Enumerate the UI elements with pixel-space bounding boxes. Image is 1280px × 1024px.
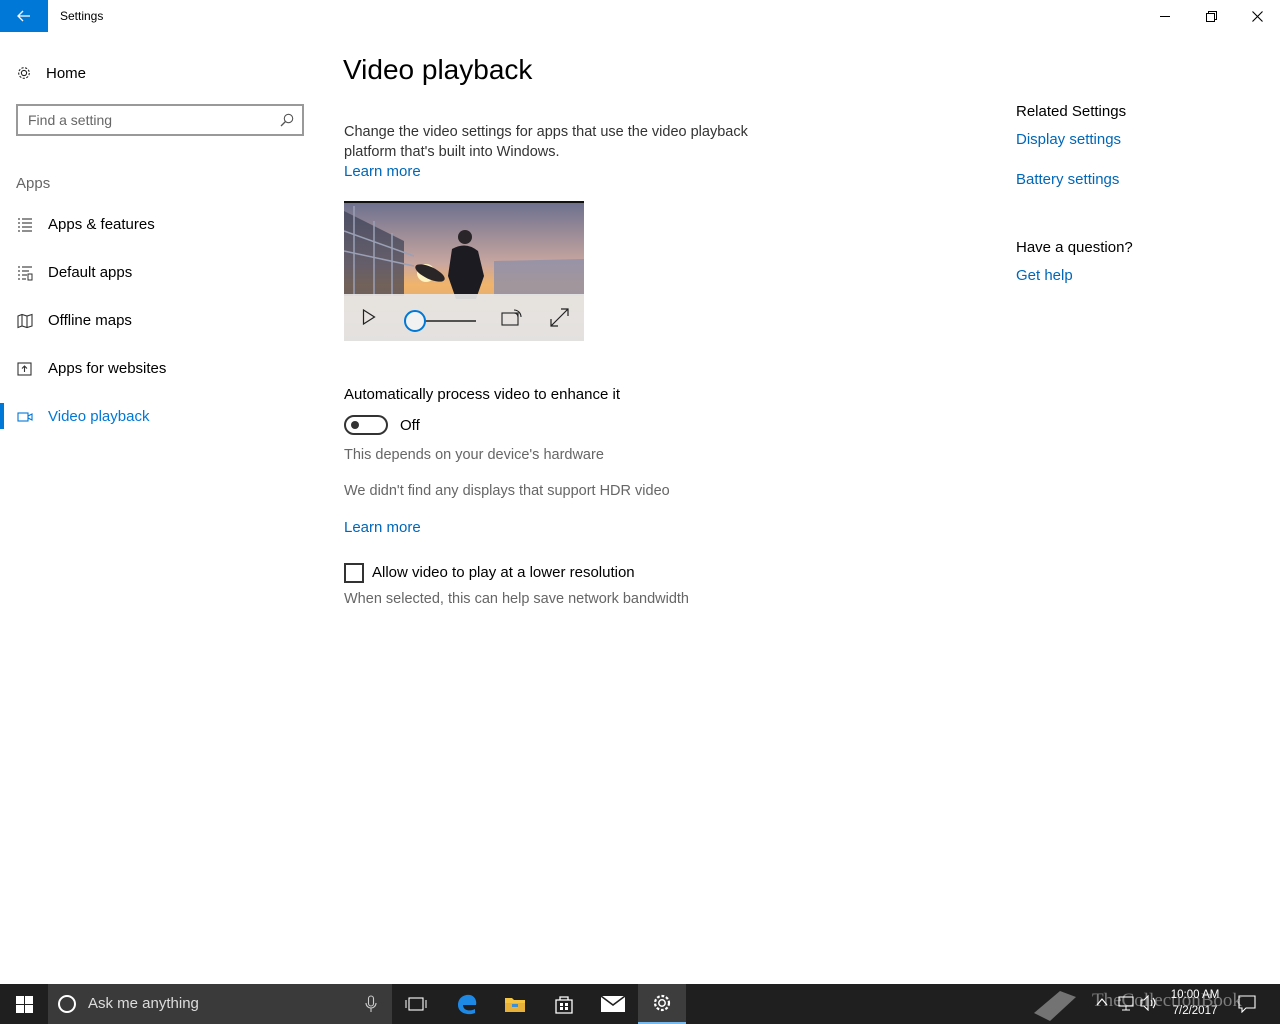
windows-logo-icon	[15, 995, 33, 1013]
sidebar-item-apps-features[interactable]: Apps & features	[0, 204, 320, 244]
hdr-note: We didn't find any displays that support…	[344, 483, 670, 499]
mail-button[interactable]	[589, 984, 637, 1024]
section-label: Apps	[16, 175, 51, 192]
video-preview	[344, 201, 584, 341]
store-button[interactable]	[540, 984, 588, 1024]
video-camera-icon	[17, 412, 33, 422]
toggle-state-label: Off	[400, 417, 420, 434]
lower-resolution-checkbox[interactable]	[344, 563, 364, 583]
sidebar-item-label: Video playback	[48, 407, 150, 425]
sidebar-item-label: Apps for websites	[48, 359, 167, 377]
store-bag-icon	[555, 996, 573, 1014]
gear-icon	[653, 994, 671, 1012]
clock[interactable]: 10:00 AM 7/2/2017	[1158, 987, 1232, 1019]
toggle-knob	[351, 421, 359, 429]
video-controls	[344, 294, 584, 341]
get-help-link[interactable]: Get help	[1016, 267, 1073, 284]
restore-button[interactable]	[1188, 0, 1234, 32]
list-icon	[18, 218, 32, 232]
cortana-icon	[58, 995, 76, 1013]
play-icon[interactable]	[362, 309, 376, 325]
start-button[interactable]	[0, 984, 48, 1024]
search-input[interactable]	[18, 106, 268, 134]
network-icon[interactable]	[1118, 995, 1134, 1011]
minimize-button[interactable]	[1142, 0, 1188, 32]
default-apps-icon	[18, 266, 33, 281]
file-explorer-button[interactable]	[491, 984, 539, 1024]
description-text: Change the video settings for apps that …	[344, 124, 748, 160]
back-button[interactable]	[0, 0, 48, 32]
taskbar: Ask me anything TheCollectionBook 10:00 …	[0, 984, 1280, 1024]
sidebar-item-apps-for-websites[interactable]: Apps for websites	[0, 348, 320, 388]
sidebar-item-label: Default apps	[48, 263, 133, 281]
learn-more-link[interactable]: Learn more	[344, 163, 421, 180]
clock-date: 7/2/2017	[1172, 1005, 1218, 1017]
open-in-app-icon	[17, 362, 32, 376]
home-link[interactable]: Home	[16, 60, 86, 86]
sidebar-item-default-apps[interactable]: Default apps	[0, 252, 320, 292]
cortana-search-box[interactable]: Ask me anything	[48, 984, 392, 1024]
action-center-icon[interactable]	[1238, 995, 1256, 1013]
auto-process-toggle[interactable]	[344, 415, 388, 435]
close-button[interactable]	[1234, 0, 1280, 32]
battery-settings-link[interactable]: Battery settings	[1016, 171, 1119, 188]
folder-icon	[505, 998, 525, 1012]
page-description: Change the video settings for apps that …	[344, 122, 784, 182]
cortana-placeholder: Ask me anything	[88, 995, 199, 1012]
related-settings-heading: Related Settings	[1016, 103, 1127, 120]
sidebar-item-offline-maps[interactable]: Offline maps	[0, 300, 320, 340]
fullscreen-icon[interactable]	[550, 308, 569, 327]
map-icon	[17, 313, 33, 329]
cast-icon[interactable]	[501, 309, 523, 327]
title-bar: Settings	[0, 0, 1280, 32]
auto-process-heading: Automatically process video to enhance i…	[344, 386, 620, 403]
sidebar-item-video-playback[interactable]: Video playback	[0, 396, 320, 436]
minimize-icon	[1160, 16, 1170, 17]
back-arrow-icon	[17, 10, 30, 22]
sidebar-item-label: Apps & features	[48, 215, 155, 233]
chevron-up-icon[interactable]	[1096, 997, 1108, 1007]
page-title: Video playback	[343, 54, 533, 85]
search-box[interactable]	[16, 104, 304, 136]
home-label: Home	[46, 64, 87, 82]
edge-browser-icon	[458, 994, 477, 1015]
active-indicator	[0, 403, 4, 429]
display-settings-link[interactable]: Display settings	[1016, 131, 1121, 148]
book-watermark-icon	[1034, 991, 1076, 1021]
seek-slider[interactable]	[402, 308, 478, 334]
gear-icon	[18, 67, 30, 79]
search-icon[interactable]	[280, 113, 294, 127]
sidebar-item-label: Offline maps	[48, 311, 132, 329]
restore-icon	[1205, 10, 1217, 22]
close-icon	[1251, 10, 1263, 22]
lower-resolution-label: Allow video to play at a lower resolutio…	[372, 564, 635, 581]
volume-icon[interactable]	[1140, 995, 1158, 1011]
hardware-note: This depends on your device's hardware	[344, 447, 604, 463]
mail-icon	[601, 996, 625, 1012]
window-title: Settings	[60, 9, 104, 23]
learn-more-link-2[interactable]: Learn more	[344, 519, 421, 536]
settings-taskbar-button[interactable]	[638, 984, 686, 1024]
clock-time: 10:00 AM	[1170, 989, 1220, 1001]
microphone-icon[interactable]	[365, 995, 377, 1013]
task-view-button[interactable]	[392, 984, 440, 1024]
edge-taskbar-button[interactable]	[443, 984, 491, 1024]
question-heading: Have a question?	[1016, 239, 1133, 256]
lower-resolution-note: When selected, this can help save networ…	[344, 591, 689, 607]
task-view-icon	[405, 997, 427, 1011]
